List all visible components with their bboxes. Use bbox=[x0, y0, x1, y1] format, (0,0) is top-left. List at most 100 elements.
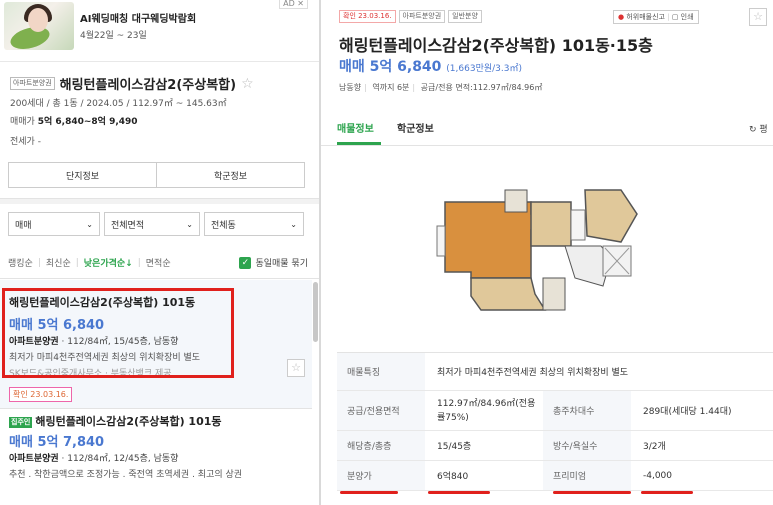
sort-latest[interactable]: 최신순 bbox=[46, 256, 71, 269]
report-print-bar: ● 허위매물신고 | ▢ 인쇄 bbox=[613, 10, 699, 24]
parking-label: 총주차대수 bbox=[543, 391, 631, 430]
listing-title: 해링턴플레이스감삼2(주상복합) 101동 bbox=[35, 415, 222, 428]
detail-price: 매매 5억 6,840 (1,663만원/3.3㎡) bbox=[339, 56, 522, 76]
dong-select[interactable]: 전체동 ⌄ bbox=[204, 212, 304, 236]
star-icon[interactable]: ☆ bbox=[287, 359, 305, 377]
report-button[interactable]: 허위매물신고 bbox=[626, 13, 665, 21]
confirm-tag: 확인 23.03.16. bbox=[339, 10, 396, 23]
area-info: 공급/전용 면적:112.97㎡/84.96㎡ bbox=[420, 83, 543, 92]
confirm-badge: 확인 23.03.16. bbox=[9, 387, 73, 402]
highlight-underline bbox=[553, 491, 631, 494]
listing-spec-type: 아파트분양권 bbox=[9, 454, 59, 464]
complex-price-value: 5억 6,840~8억 9,490 bbox=[37, 117, 138, 127]
listing-price: 매매 5억 7,840 bbox=[9, 435, 105, 450]
rooms-label: 방수/욕실수 bbox=[543, 431, 631, 460]
chevron-down-icon: ⌄ bbox=[186, 219, 193, 229]
print-button[interactable]: 인쇄 bbox=[681, 13, 694, 21]
siren-icon: ● bbox=[618, 13, 625, 21]
refresh-icon: ↻ bbox=[749, 125, 760, 135]
table-row: 해당층/총층 15/45층 방수/욕실수 3/2개 bbox=[337, 431, 773, 461]
floor-value: 15/45층 bbox=[437, 442, 472, 452]
sale-price-label: 분양가 bbox=[337, 461, 425, 490]
trade-type-value: 매매 bbox=[15, 220, 32, 231]
sale-type-tag: 일반분양 bbox=[448, 10, 482, 23]
area-toggle[interactable]: ↻ 평 bbox=[749, 122, 768, 135]
premium-label: 프리미엄 bbox=[543, 461, 631, 490]
detail-meta: 남동향 | 역까지 6분 | 공급/전용 면적:112.97㎡/84.96㎡ bbox=[339, 83, 543, 92]
school-info-button[interactable]: 학군정보 bbox=[156, 163, 304, 187]
tab-listing-info[interactable]: 매물정보 bbox=[337, 120, 374, 135]
checkbox-icon: ✓ bbox=[239, 256, 252, 269]
tab-school-info[interactable]: 학군정보 bbox=[397, 120, 434, 135]
highlight-underline bbox=[428, 491, 490, 494]
floor-plan-image bbox=[436, 189, 638, 311]
ad-date: 4월22일 ~ 23일 bbox=[80, 31, 147, 41]
trade-type-select[interactable]: 매매 ⌄ bbox=[8, 212, 100, 236]
section-divider bbox=[0, 198, 319, 204]
dong-value: 전체동 bbox=[211, 220, 236, 231]
detail-tags: 확인 23.03.16. 아파트분양권 일반분양 bbox=[339, 10, 482, 23]
owner-badge: 집주인 bbox=[9, 416, 33, 428]
feature-value: 최저가 마피4천주전역세권 최상의 위치확장비 별도 bbox=[437, 368, 629, 378]
listing-panel: AI웨딩매칭 대구웨딩박람회 4월22일 ~ 23일 AD ✕ 아파트분양권 해… bbox=[0, 0, 320, 505]
listing-description: 추천 . 착한금액으로 조정가능 . 죽전역 초역세권 . 최고의 상권 bbox=[9, 470, 243, 480]
highlight-box bbox=[2, 288, 234, 378]
area-select[interactable]: 전체면적 ⌄ bbox=[104, 212, 200, 236]
detail-panel: 확인 23.03.16. 아파트분양권 일반분양 ● 허위매물신고 | ▢ 인쇄… bbox=[321, 0, 773, 505]
list-divider bbox=[0, 278, 319, 279]
group-same-toggle[interactable]: ✓ 동일매물 묶기 bbox=[239, 256, 308, 269]
listing-spec-detail: · 112/84㎡, 12/45층, 남동향 bbox=[58, 454, 179, 464]
listing-title-row: 집주인 해링턴플레이스감삼2(주상복합) 101동 bbox=[9, 413, 222, 429]
type-tag: 아파트분양권 bbox=[398, 10, 446, 23]
chevron-down-icon: ⌄ bbox=[86, 219, 93, 229]
print-icon: ▢ bbox=[671, 13, 679, 21]
list-item[interactable]: 집주인 해링턴플레이스감삼2(주상복합) 101동 매매 5억 7,840 아파트… bbox=[0, 408, 312, 505]
star-icon[interactable]: ☆ bbox=[749, 8, 767, 26]
sort-bar: 랭킹순 | 최신순 | 낮은가격순↓ | 면적순 ✓ 동일매물 묶기 bbox=[8, 256, 308, 269]
complex-price: 매매가 5억 6,840~8억 9,490 bbox=[10, 114, 138, 127]
area-label: 공급/전용면적 bbox=[337, 391, 425, 430]
ad-banner[interactable]: AI웨딩매칭 대구웨딩박람회 4월22일 ~ 23일 AD ✕ bbox=[0, 0, 319, 62]
parking-value: 289대(세대당 1.44대) bbox=[643, 407, 732, 417]
detail-price-value: 매매 5억 6,840 bbox=[339, 59, 442, 75]
sort-area[interactable]: 면적순 bbox=[146, 256, 171, 269]
highlight-underline bbox=[340, 491, 398, 494]
group-same-label: 동일매물 묶기 bbox=[255, 259, 308, 269]
complex-rent: 전세가 - bbox=[10, 137, 41, 147]
sort-low-price[interactable]: 낮은가격순↓ bbox=[84, 256, 133, 269]
sort-ranking[interactable]: 랭킹순 bbox=[8, 256, 33, 269]
complex-info: 200세대 / 총 1동 / 2024.05 / 112.97㎡ ~ 145.6… bbox=[10, 99, 227, 109]
highlight-underline bbox=[641, 491, 693, 494]
complex-button-row: 단지정보 학군정보 bbox=[8, 162, 305, 188]
feature-label: 매물특징 bbox=[337, 353, 425, 390]
table-row: 매물특징 최저가 마피4천주전역세권 최상의 위치확장비 별도 bbox=[337, 353, 773, 391]
area-value: 112.97㎡/84.96㎡(전용률75%) bbox=[437, 398, 536, 423]
table-row: 분양가 6억840 프리미엄 -4,000 bbox=[337, 461, 773, 491]
area-unit-label: 평 bbox=[759, 125, 768, 135]
detail-table: 매물특징 최저가 마피4천주전역세권 최상의 위치확장비 별도 공급/전용면적 … bbox=[337, 352, 773, 491]
floor-label: 해당층/총층 bbox=[337, 431, 425, 460]
complex-price-label: 매매가 bbox=[10, 117, 35, 127]
filter-bar: 매매 ⌄ 전체면적 ⌄ 전체동 ⌄ bbox=[8, 212, 308, 236]
direction: 남동향 bbox=[339, 83, 362, 92]
chevron-down-icon: ⌄ bbox=[290, 219, 297, 229]
ad-image bbox=[4, 2, 74, 50]
complex-type-tag: 아파트분양권 bbox=[10, 77, 55, 90]
star-icon[interactable]: ☆ bbox=[241, 76, 254, 92]
ad-title[interactable]: AI웨딩매칭 대구웨딩박람회 bbox=[80, 10, 196, 25]
complex-name: 해링턴플레이스감삼2(주상복합) bbox=[59, 78, 237, 93]
active-tab-indicator bbox=[337, 142, 381, 145]
area-value: 전체면적 bbox=[111, 220, 145, 231]
premium-value: -4,000 bbox=[643, 470, 673, 481]
detail-price-per-area: (1,663만원/3.3㎡) bbox=[446, 64, 522, 74]
detail-title: 해링턴플레이스감삼2(주상복합) 101동·15층 bbox=[339, 36, 653, 55]
rooms-value: 3/2개 bbox=[643, 442, 666, 452]
complex-info-button[interactable]: 단지정보 bbox=[9, 163, 156, 187]
detail-tabs: 매물정보 학군정보 ↻ 평 bbox=[321, 106, 773, 146]
sale-price-value: 6억840 bbox=[437, 472, 469, 482]
table-row: 공급/전용면적 112.97㎡/84.96㎡(전용률75%) 총주차대수 289… bbox=[337, 391, 773, 431]
station-distance: 역까지 6분 bbox=[372, 83, 410, 92]
scrollbar[interactable] bbox=[313, 282, 318, 342]
listing-spec: 아파트분양권 · 112/84㎡, 12/45층, 남동향 bbox=[9, 451, 178, 464]
ad-close-button[interactable]: AD ✕ bbox=[279, 0, 308, 9]
